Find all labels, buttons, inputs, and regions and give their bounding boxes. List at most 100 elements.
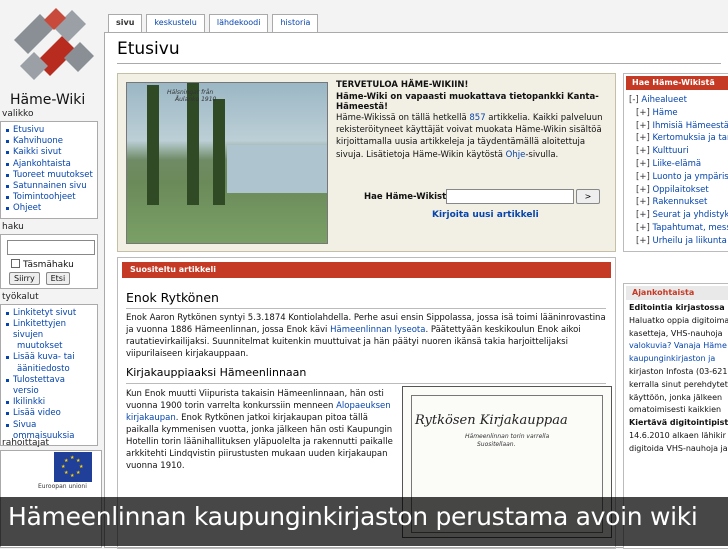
tab-page[interactable]: sivu <box>108 14 143 32</box>
featured-title[interactable]: Enok Rytkönen <box>126 290 219 305</box>
category-label[interactable]: Kulttuuri <box>652 146 688 156</box>
photo-tree <box>213 99 225 205</box>
welcome-subheading: Häme-Wiki on vapaasti muokattava tietopa… <box>336 92 599 112</box>
news-body: Editointia kirjastossa Haluatko oppia dig… <box>624 302 728 456</box>
expand-toggle[interactable]: [+] <box>636 210 650 220</box>
tab-discussion[interactable]: keskustelu <box>146 14 205 32</box>
category-label[interactable]: Seurat ja yhdistyks <box>652 210 728 220</box>
category-portal: Hae Häme-Wikistä [-] Aihealueet [+] Häme[… <box>623 73 728 252</box>
clipping-subtitle: Hämeenlinnan torin varrella <box>465 433 550 440</box>
sponsors-title: rahoittajat <box>2 438 50 448</box>
category-item[interactable]: [+] Ihmisiä Hämeestä <box>629 120 728 133</box>
nav-title: valikko <box>2 109 34 119</box>
portal-header: Hae Häme-Wikistä <box>626 76 728 90</box>
content-area: Etusivu Hälsningar från Åulanko 1910 TER… <box>104 32 728 549</box>
category-label[interactable]: Rakennukset <box>652 197 707 207</box>
news-line: omatoimisesti kaikkien <box>629 405 722 415</box>
category-item[interactable]: [-] Aihealueet <box>629 94 728 107</box>
new-article-link[interactable]: Kirjoita uusi artikkeli <box>432 210 539 220</box>
expand-toggle[interactable]: [+] <box>636 172 650 182</box>
sidebar-item-news[interactable]: Ajankohtaista <box>5 159 93 170</box>
go-button[interactable]: Siirry <box>9 271 40 285</box>
expand-toggle[interactable]: [+] <box>636 108 650 118</box>
category-label[interactable]: Aihealueet <box>641 95 687 105</box>
category-item[interactable]: [+] Kertomuksia ja tar <box>629 132 728 145</box>
welcome-heading: TERVETULOA HÄME-WIKIIN! <box>336 80 469 90</box>
expand-toggle[interactable]: [+] <box>636 236 650 246</box>
news-line[interactable]: valokuvia? Vanaja Häme <box>629 340 728 353</box>
expand-toggle[interactable]: [+] <box>636 197 650 207</box>
category-item[interactable]: [+] Häme <box>629 107 728 120</box>
welcome-search-button[interactable]: > <box>576 189 600 204</box>
sidebar-search-input[interactable] <box>7 239 95 255</box>
category-list: [-] Aihealueet [+] Häme [+] Ihmisiä Hämees… <box>624 94 728 248</box>
slide-caption: Hämeenlinnan kaupunginkirjaston perustam… <box>8 502 698 531</box>
news-line: digitoida VHS-nauhoja ja <box>629 443 728 453</box>
sidebar-item-recent-changes[interactable]: Tuoreet muutokset <box>5 170 93 181</box>
lyseo-link[interactable]: Hämeenlinnan lyseota <box>330 325 425 335</box>
page-tabs: sivu keskustelu lähdekoodi historia <box>108 14 322 32</box>
featured-paragraph-2: Kun Enok muutti Viipurista takaisin Häme… <box>126 388 394 472</box>
expand-toggle[interactable]: [+] <box>636 185 650 195</box>
category-label[interactable]: Oppilaitokset <box>652 185 708 195</box>
find-button[interactable]: Etsi <box>45 271 71 285</box>
photo-caption: Hälsningar från <box>167 89 214 96</box>
sidebar-item-help[interactable]: Ohjeet <box>5 203 93 214</box>
category-item[interactable]: [+] Kulttuuri <box>629 145 728 158</box>
eu-flag-icon: ★ ★ ★ ★ ★ ★ ★ ★ <box>54 452 92 482</box>
category-label[interactable]: Kertomuksia ja tar <box>652 133 728 143</box>
category-item[interactable]: [+] Tapahtumat, mess <box>629 222 728 235</box>
sidebar-item-random-page[interactable]: Satunnainen sivu <box>5 181 93 192</box>
featured-subtitle: Kirjakauppiaaksi Hämeenlinnaan <box>126 366 307 379</box>
expand-toggle[interactable]: [+] <box>636 121 650 131</box>
expand-toggle[interactable]: [+] <box>636 133 650 143</box>
tool-linked-pages[interactable]: Linkitetyt sivut <box>5 308 93 319</box>
category-item[interactable]: [+] Oppilaitokset <box>629 184 728 197</box>
category-label[interactable]: Liike-elämä <box>652 159 701 169</box>
eu-label: Euroopan unioni <box>38 483 87 490</box>
sidebar-item-all-pages[interactable]: Kaikki sivut <box>5 147 93 158</box>
help-link[interactable]: Ohje <box>506 150 526 160</box>
category-item[interactable]: [+] Seurat ja yhdistyks <box>629 209 728 222</box>
tool-print[interactable]: Tulostettava versio <box>5 375 93 397</box>
category-item[interactable]: [+] Liike-elämä <box>629 158 728 171</box>
exact-search-checkbox[interactable] <box>11 258 20 268</box>
news-line: kirjaston Infosta (03-621 <box>629 366 728 376</box>
nav-portlet: Etusivu Kahvihuone Kaikki sivut Ajankoht… <box>0 121 98 219</box>
expand-toggle[interactable]: [+] <box>636 159 650 169</box>
news-header: Ajankohtaista <box>626 286 728 300</box>
photo-caption-year: Åulanko 1910 <box>175 96 217 103</box>
category-label[interactable]: Urheilu ja liikunta <box>652 236 726 246</box>
news-line[interactable]: kaupunginkirjaston ja <box>629 353 728 366</box>
featured-paragraph: Enok Aaron Rytkönen syntyi 5.3.1874 Kont… <box>126 312 606 360</box>
tab-source[interactable]: lähdekoodi <box>208 14 269 32</box>
tool-upload[interactable]: Lisää kuva- tai <box>5 352 93 363</box>
tool-linked-changes[interactable]: Linkitettyjen sivujen <box>5 319 93 341</box>
sidebar-item-kahvihuone[interactable]: Kahvihuone <box>5 136 93 147</box>
sidebar-item-etusivu[interactable]: Etusivu <box>5 125 93 136</box>
category-label[interactable]: Ihmisiä Hämeestä <box>652 121 728 131</box>
tool-linked-changes-cont[interactable]: muutokset <box>5 341 93 352</box>
photo-lake <box>227 145 327 193</box>
category-label[interactable]: Häme <box>652 108 677 118</box>
article-count-link[interactable]: 857 <box>469 113 485 123</box>
category-item[interactable]: [+] Rakennukset <box>629 196 728 209</box>
category-item[interactable]: [+] Urheilu ja liikunta <box>629 235 728 248</box>
clipping-title: Rytkösen Kirjakauppaa <box>415 413 568 428</box>
tool-permalink[interactable]: Ikilinkki <box>5 397 93 408</box>
category-item[interactable]: [+] Luonto ja ympärist <box>629 171 728 184</box>
tab-history[interactable]: historia <box>272 14 319 32</box>
expand-toggle[interactable]: [-] <box>629 95 639 105</box>
expand-toggle[interactable]: [+] <box>636 146 650 156</box>
category-label[interactable]: Luonto ja ympärist <box>652 172 728 182</box>
expand-toggle[interactable]: [+] <box>636 223 650 233</box>
tool-upload-cont[interactable]: äänitiedosto <box>5 364 93 375</box>
postcard-photo: Hälsningar från Åulanko 1910 <box>126 82 328 244</box>
welcome-search-input[interactable] <box>446 189 574 204</box>
tool-add-video[interactable]: Lisää video <box>5 408 93 419</box>
news-line: Haluatko oppia digitoima <box>629 315 728 325</box>
news-item-title: Editointia kirjastossa <box>629 303 725 312</box>
sidebar-item-instructions[interactable]: Toimintoohjeet <box>5 192 93 203</box>
exact-search-label: Täsmähaku <box>23 259 74 270</box>
category-label[interactable]: Tapahtumat, mess <box>652 223 728 233</box>
